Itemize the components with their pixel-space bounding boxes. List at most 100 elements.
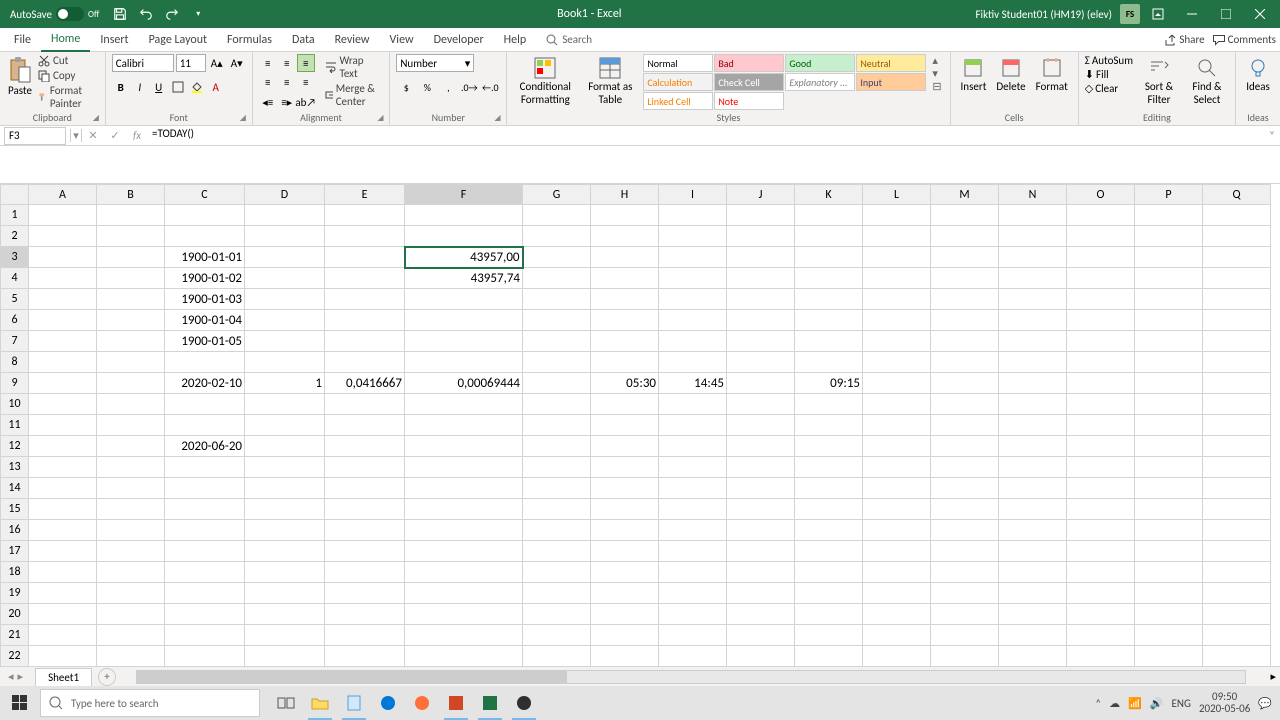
cell-J15[interactable] <box>727 499 795 520</box>
cell-N9[interactable] <box>999 373 1067 394</box>
cell-D8[interactable] <box>245 352 325 373</box>
cell-N4[interactable] <box>999 268 1067 289</box>
cell-J18[interactable] <box>727 562 795 583</box>
cell-K17[interactable] <box>795 541 863 562</box>
cell-O14[interactable] <box>1067 478 1135 499</box>
cell-P13[interactable] <box>1135 457 1203 478</box>
delete-cells-button[interactable]: Delete <box>992 54 1029 95</box>
cell-P17[interactable] <box>1135 541 1203 562</box>
cell-Q1[interactable] <box>1203 205 1271 226</box>
cell-M19[interactable] <box>931 583 999 604</box>
align-bottom-button[interactable]: ≡ <box>297 54 315 72</box>
cell-M12[interactable] <box>931 436 999 457</box>
cell-J5[interactable] <box>727 289 795 310</box>
column-header-E[interactable]: E <box>325 185 405 205</box>
number-launcher[interactable]: ◢ <box>494 113 504 123</box>
tab-home[interactable]: Home <box>41 28 90 52</box>
cell-B2[interactable] <box>97 226 165 247</box>
cell-C1[interactable] <box>165 205 245 226</box>
minimize-button[interactable] <box>1176 0 1208 28</box>
cell-B3[interactable] <box>97 247 165 268</box>
cell-J17[interactable] <box>727 541 795 562</box>
spreadsheet-grid[interactable]: ABCDEFGHIJKLMNOPQ1231900-01-0143957,0041… <box>0 184 1280 666</box>
cell-Q11[interactable] <box>1203 415 1271 436</box>
cell-C3[interactable]: 1900-01-01 <box>165 247 245 268</box>
cell-N12[interactable] <box>999 436 1067 457</box>
cell-F5[interactable] <box>405 289 523 310</box>
row-header-16[interactable]: 16 <box>1 520 29 541</box>
conditional-formatting-button[interactable]: Conditional Formatting <box>513 54 577 108</box>
powerpoint-button[interactable] <box>440 686 472 720</box>
cell-C16[interactable] <box>165 520 245 541</box>
firefox-button[interactable] <box>406 686 438 720</box>
cell-O9[interactable] <box>1067 373 1135 394</box>
row-header-21[interactable]: 21 <box>1 625 29 646</box>
row-header-9[interactable]: 9 <box>1 373 29 394</box>
cell-O15[interactable] <box>1067 499 1135 520</box>
cell-L18[interactable] <box>863 562 931 583</box>
cell-L12[interactable] <box>863 436 931 457</box>
cell-D16[interactable] <box>245 520 325 541</box>
cell-P22[interactable] <box>1135 646 1203 667</box>
cell-O22[interactable] <box>1067 646 1135 667</box>
cell-L6[interactable] <box>863 310 931 331</box>
cell-N21[interactable] <box>999 625 1067 646</box>
cell-Q15[interactable] <box>1203 499 1271 520</box>
cell-H7[interactable] <box>591 331 659 352</box>
cell-G9[interactable] <box>523 373 591 394</box>
italic-button[interactable]: I <box>131 78 149 96</box>
cell-J8[interactable] <box>727 352 795 373</box>
cell-C20[interactable] <box>165 604 245 625</box>
cell-H21[interactable] <box>591 625 659 646</box>
cell-A6[interactable] <box>29 310 97 331</box>
cell-J6[interactable] <box>727 310 795 331</box>
tab-file[interactable]: File <box>4 29 41 51</box>
decrease-font-button[interactable]: A▾ <box>228 54 246 72</box>
cell-C5[interactable]: 1900-01-03 <box>165 289 245 310</box>
cell-D20[interactable] <box>245 604 325 625</box>
cell-C14[interactable] <box>165 478 245 499</box>
ribbon-options-button[interactable] <box>1142 0 1174 28</box>
cell-M18[interactable] <box>931 562 999 583</box>
row-header-5[interactable]: 5 <box>1 289 29 310</box>
cell-C17[interactable] <box>165 541 245 562</box>
cell-H12[interactable] <box>591 436 659 457</box>
cell-A20[interactable] <box>29 604 97 625</box>
horizontal-scrollbar[interactable] <box>136 670 1246 684</box>
cell-J10[interactable] <box>727 394 795 415</box>
cell-F6[interactable] <box>405 310 523 331</box>
cell-P3[interactable] <box>1135 247 1203 268</box>
cell-M11[interactable] <box>931 415 999 436</box>
column-header-G[interactable]: G <box>523 185 591 205</box>
column-header-L[interactable]: L <box>863 185 931 205</box>
cell-C21[interactable] <box>165 625 245 646</box>
ideas-button[interactable]: Ideas <box>1242 54 1274 95</box>
cell-P15[interactable] <box>1135 499 1203 520</box>
cell-A16[interactable] <box>29 520 97 541</box>
font-size-input[interactable] <box>176 54 206 72</box>
cell-O6[interactable] <box>1067 310 1135 331</box>
row-header-17[interactable]: 17 <box>1 541 29 562</box>
cell-A3[interactable] <box>29 247 97 268</box>
alignment-launcher[interactable]: ◢ <box>377 113 387 123</box>
cell-E3[interactable] <box>325 247 405 268</box>
cell-K21[interactable] <box>795 625 863 646</box>
excel-button[interactable] <box>474 686 506 720</box>
column-header-O[interactable]: O <box>1067 185 1135 205</box>
cell-P6[interactable] <box>1135 310 1203 331</box>
style-bad[interactable]: Bad <box>714 54 784 72</box>
close-button[interactable] <box>1244 0 1276 28</box>
cell-H18[interactable] <box>591 562 659 583</box>
cell-E18[interactable] <box>325 562 405 583</box>
cell-H4[interactable] <box>591 268 659 289</box>
add-sheet-button[interactable]: + <box>98 668 116 686</box>
tray-volume-icon[interactable]: 🔊 <box>1150 697 1164 710</box>
cell-E14[interactable] <box>325 478 405 499</box>
cell-L1[interactable] <box>863 205 931 226</box>
cell-B10[interactable] <box>97 394 165 415</box>
cell-P2[interactable] <box>1135 226 1203 247</box>
cell-J1[interactable] <box>727 205 795 226</box>
cell-A2[interactable] <box>29 226 97 247</box>
cell-O17[interactable] <box>1067 541 1135 562</box>
cell-D4[interactable] <box>245 268 325 289</box>
